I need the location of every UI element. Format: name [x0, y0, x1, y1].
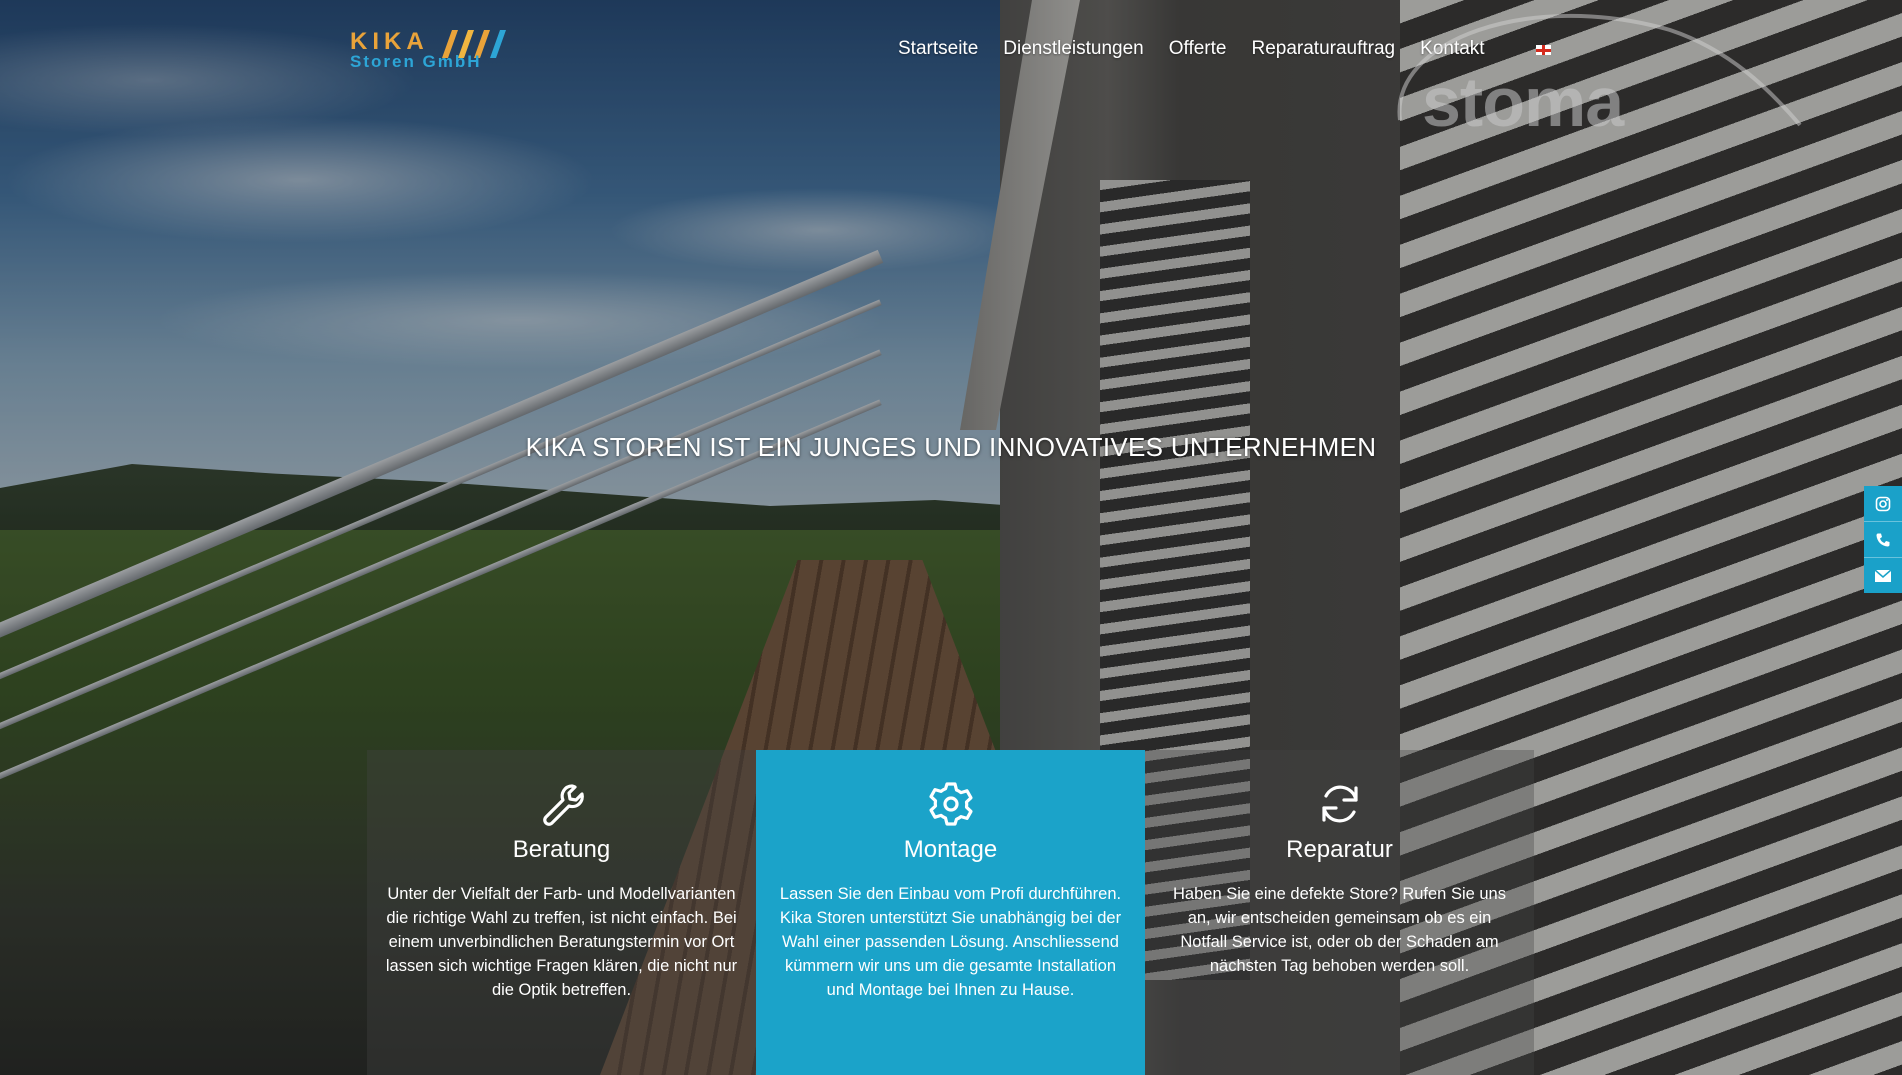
stoma-word: stoma: [1422, 63, 1624, 141]
social-sidebar: [1864, 486, 1902, 593]
service-title: Montage: [903, 836, 998, 863]
nav-item-dienstleistungen[interactable]: Dienstleistungen: [1003, 38, 1143, 60]
instagram-icon[interactable]: [1864, 486, 1902, 522]
mail-icon[interactable]: [1864, 558, 1902, 593]
refresh-icon: [1321, 785, 1358, 823]
nav-item-startseite[interactable]: Startseite: [898, 38, 978, 60]
service-card-reparatur[interactable]: Reparatur Haben Sie eine defekte Store? …: [1145, 750, 1534, 1075]
stoma-watermark: stoma: [1370, 0, 1810, 141]
service-text: Lassen Sie den Einbau vom Profi durchfüh…: [779, 885, 1122, 999]
nav-item-offerte[interactable]: Offerte: [1169, 38, 1227, 60]
hero-title: KIKA STOREN IST EIN JUNGES UND INNOVATIV…: [525, 432, 1377, 462]
service-title: Beratung: [512, 836, 611, 863]
gear-icon: [928, 782, 973, 826]
company-logo[interactable]: KIKA Storen GmbH: [350, 26, 530, 74]
service-card-montage[interactable]: Montage Lassen Sie den Einbau vom Profi …: [756, 750, 1145, 1075]
service-card-beratung[interactable]: Beratung Unter der Vielfalt der Farb- un…: [367, 750, 756, 1075]
logo-line2: Storen GmbH: [350, 52, 482, 71]
service-title: Reparatur: [1286, 836, 1393, 863]
service-text: Unter der Vielfalt der Farb- und Modellv…: [385, 885, 738, 999]
service-text: Haben Sie eine defekte Store? Rufen Sie …: [1173, 885, 1506, 975]
phone-icon[interactable]: [1864, 522, 1902, 558]
services-section: Beratung Unter der Vielfalt der Farb- un…: [367, 750, 1535, 1075]
wrench-icon: [542, 784, 584, 826]
